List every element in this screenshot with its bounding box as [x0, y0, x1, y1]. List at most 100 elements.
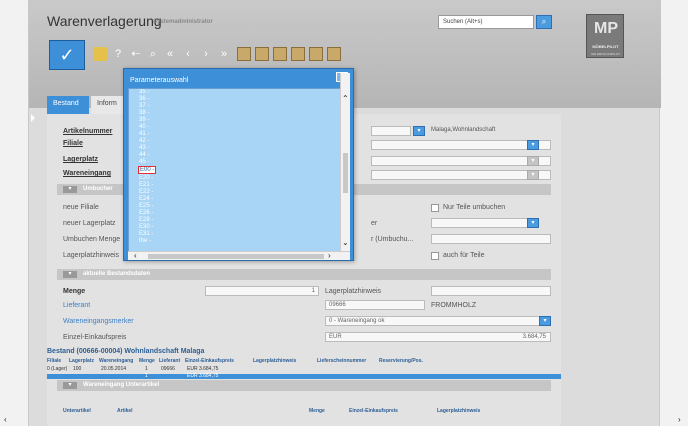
list-item[interactable]: E22 - [139, 189, 153, 195]
scroll-right-icon[interactable]: › [328, 252, 331, 260]
help-icon[interactable]: ? [111, 47, 125, 61]
artikelnummer-field[interactable] [371, 126, 411, 136]
artikelnummer-dropdown[interactable]: ▾ [413, 126, 425, 136]
list-item[interactable]: 35 - [139, 89, 149, 95]
einzel-ek-label: Einzel-Einkaufspreis [63, 334, 127, 341]
wareneingangsmerker-field[interactable]: 0 - Wareneingang ok [325, 316, 551, 326]
list-item[interactable]: E20 - [139, 175, 153, 181]
list-item[interactable]: 45 - [139, 159, 149, 165]
list-item-selected[interactable]: E00 - [137, 166, 157, 174]
page-scroll-left-icon[interactable]: ‹ [4, 416, 7, 424]
umbuchung-label: r (Umbuchu... [371, 236, 414, 243]
list-item[interactable]: E24 - [139, 196, 153, 202]
col-einzel-ek-2[interactable]: Einzel-Einkaufspreis [349, 408, 398, 414]
col-reservierung[interactable]: Reservierung/Pos. [379, 358, 423, 364]
list-item[interactable]: E25 - [139, 203, 153, 209]
scroll-thumb-h[interactable] [148, 254, 324, 259]
col-artikel[interactable]: Artikel [117, 408, 133, 414]
page-scroll-right-icon[interactable]: › [678, 416, 681, 424]
wareneingangsmerker-label[interactable]: Wareneingangsmerker [63, 318, 134, 325]
auch-teile-checkbox[interactable] [431, 252, 439, 260]
table-cell[interactable]: 20.05.2014 [101, 366, 126, 372]
col-menge-2[interactable]: Menge [309, 408, 325, 414]
list-item[interactable]: 40 - [139, 124, 149, 130]
folder-icon[interactable] [93, 47, 107, 61]
list-item[interactable]: 44 - [139, 152, 149, 158]
artikelnummer-label[interactable]: Artikelnummer [63, 128, 112, 135]
search-input[interactable]: Suchen (Alt+s) [438, 15, 534, 29]
scroll-up-icon[interactable]: ⌃ [342, 95, 349, 103]
lieferant-label[interactable]: Lieferant [63, 302, 90, 309]
col-lieferscheinnummer[interactable]: Lieferscheinnummer [317, 358, 366, 364]
list-item[interactable]: 41 - [139, 131, 149, 137]
table-cell[interactable]: 09666 [161, 366, 175, 372]
table-cell[interactable]: 100 [73, 366, 81, 372]
nur-teile-checkbox[interactable] [431, 204, 439, 212]
confirm-button[interactable]: ✓ [49, 40, 85, 70]
menge-field[interactable]: 1 [205, 286, 319, 296]
tool-icon-6[interactable] [327, 47, 341, 61]
col-unterartikel[interactable]: Unterartikel [63, 408, 91, 414]
lagerplatz-field[interactable] [371, 156, 551, 166]
tool-icon-1[interactable] [237, 47, 251, 61]
wareneingang-label[interactable]: Wareneingang [63, 170, 111, 177]
col-lagerplatzhinweis[interactable]: Lagerplatzhinweis [253, 358, 296, 364]
col-filiale[interactable]: Filiale [47, 358, 61, 364]
horizontal-scrollbar[interactable]: ‹ › [128, 251, 350, 260]
tool-icon-5[interactable] [309, 47, 323, 61]
list-item[interactable]: 38 - [139, 110, 149, 116]
list-item[interactable]: E26 - [139, 210, 153, 216]
col-wareneingang[interactable]: Wareneingang [99, 358, 133, 364]
col-lieferant[interactable]: Lieferant [159, 358, 180, 364]
list-item[interactable]: E31 - [139, 231, 153, 237]
table-cell[interactable]: 1 [145, 366, 148, 372]
list-item[interactable]: E28 - [139, 217, 153, 223]
scroll-left-icon[interactable]: ‹ [134, 252, 137, 260]
col-lagerplatzhinweis-2[interactable]: Lagerplatzhinweis [437, 408, 480, 414]
list-item[interactable]: 37 - [139, 103, 149, 109]
scroll-down-icon[interactable]: ⌄ [342, 239, 349, 247]
table-cell[interactable]: 0 (Lager) [47, 366, 67, 372]
scroll-thumb[interactable] [343, 153, 348, 193]
nur-teile-label: Nur Teile umbuchen [443, 204, 506, 211]
lagerplatz-label[interactable]: Lagerplatz [63, 156, 98, 163]
list-item[interactable]: 39 - [139, 117, 149, 123]
last-icon[interactable]: » [217, 47, 231, 61]
search-icon[interactable]: ⌕ [146, 47, 160, 61]
col-menge[interactable]: Menge [139, 358, 155, 364]
vertical-scrollbar[interactable]: ⌃ ⌄ [340, 73, 350, 259]
first-icon[interactable]: « [163, 47, 177, 61]
tool-icon-2[interactable] [255, 47, 269, 61]
table-cell[interactable]: EUR 3.684,75 [187, 366, 218, 372]
lagerplatz-dropdown[interactable]: ▾ [527, 156, 539, 166]
col-einzel-ek[interactable]: Einzel-Einkaufspreis [185, 358, 234, 364]
tool-icon-4[interactable] [291, 47, 305, 61]
list-item[interactable]: 43 - [139, 145, 149, 151]
neuer-lagerplatz-field[interactable] [431, 218, 539, 228]
unterartikel-section[interactable]: ▾ Wareneingang Unterartikel [57, 380, 551, 391]
neuer-lagerplatz-dropdown[interactable]: ▾ [527, 218, 539, 228]
bestandsdaten-section[interactable]: ▾ aktuelle Bestandsdaten [57, 269, 551, 280]
col-lagerplatz[interactable]: Lagerplatz [69, 358, 94, 364]
wareneingangsmerker-dropdown[interactable]: ▾ [539, 316, 551, 326]
wareneingang-dropdown[interactable]: ▾ [527, 170, 539, 180]
list-item[interactable]: the - [139, 238, 151, 244]
list-item[interactable]: E21 - [139, 182, 153, 188]
prev-icon[interactable]: ‹ [181, 47, 195, 61]
filiale-field[interactable] [371, 140, 551, 150]
next-icon[interactable]: › [199, 47, 213, 61]
expand-handle-icon[interactable] [31, 114, 35, 122]
list-item[interactable]: 42 - [139, 138, 149, 144]
back-icon[interactable]: ⇠ [129, 47, 143, 61]
list-item[interactable]: 36 - [139, 96, 149, 102]
wareneingang-field[interactable] [371, 170, 551, 180]
tab-bestand[interactable]: Bestand [47, 96, 89, 114]
umbuchung-field[interactable] [431, 234, 551, 244]
lagerplatzhinweis-field[interactable] [431, 286, 551, 296]
parameter-list[interactable]: 35 - 36 - 37 - 38 - 39 - 40 - 41 - 42 - … [128, 88, 350, 257]
search-button[interactable]: ⌕ [536, 15, 552, 29]
filiale-dropdown[interactable]: ▾ [527, 140, 539, 150]
tool-icon-3[interactable] [273, 47, 287, 61]
filiale-label[interactable]: Filiale [63, 140, 83, 147]
list-item[interactable]: E30 - [139, 224, 153, 230]
